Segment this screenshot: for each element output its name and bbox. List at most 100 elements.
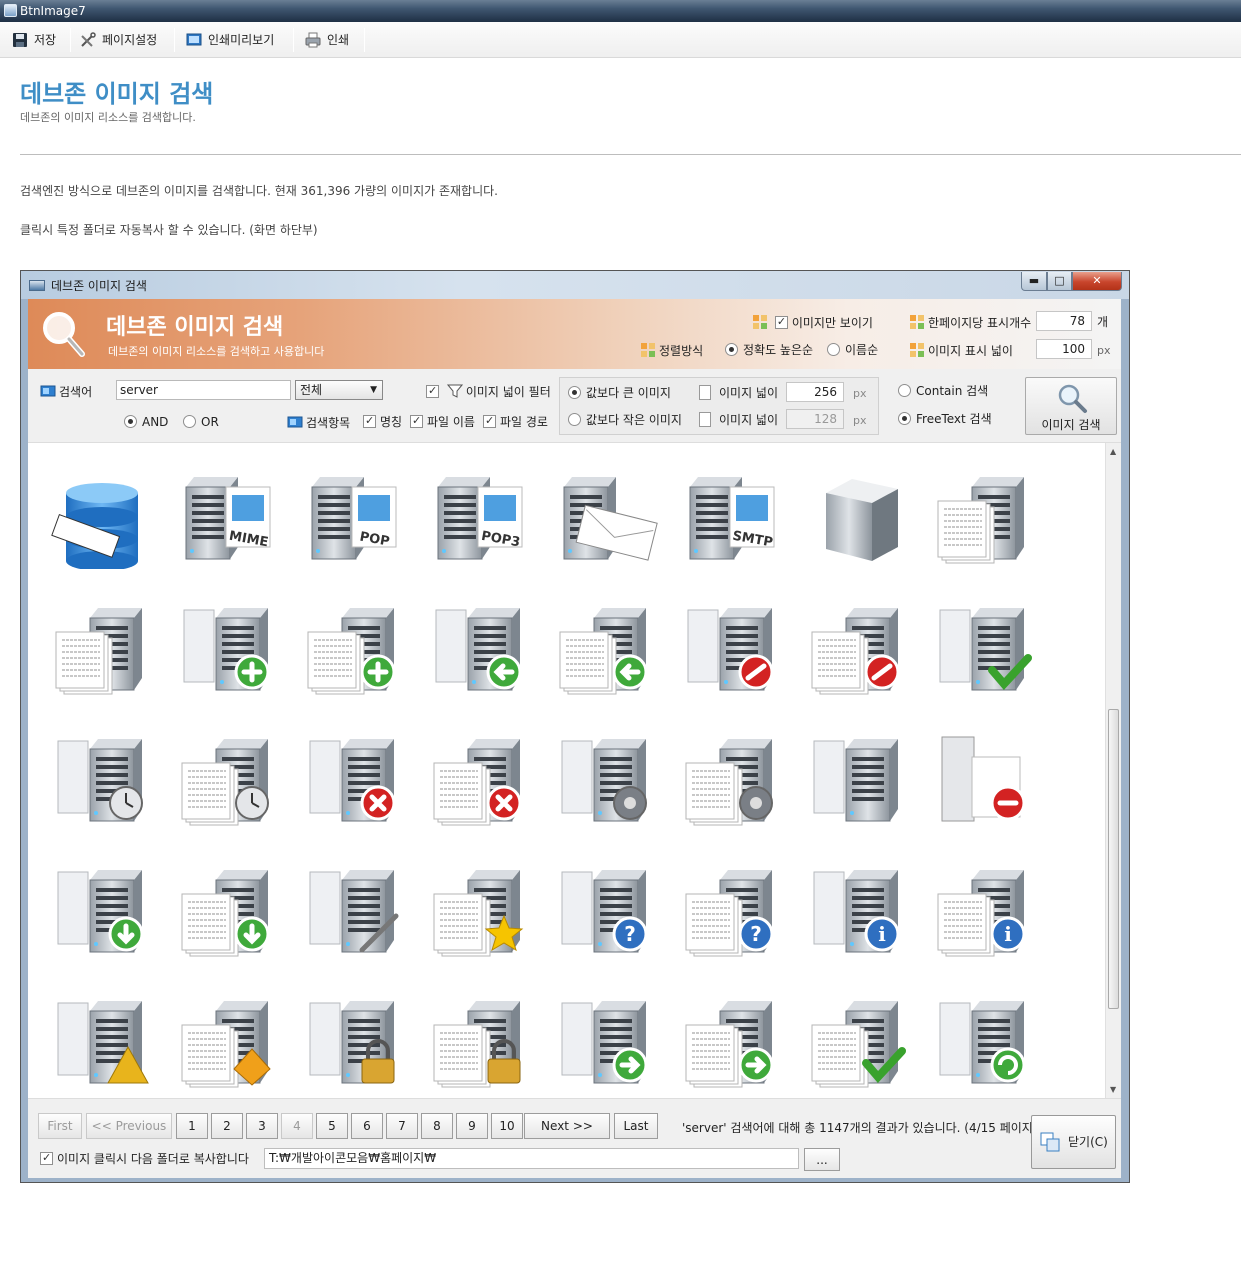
server-edit-icon[interactable] bbox=[680, 596, 784, 700]
server-refresh-icon[interactable] bbox=[932, 989, 1036, 1093]
server-pyramid-icon[interactable] bbox=[50, 989, 154, 1093]
server-gear-icon[interactable] bbox=[554, 727, 658, 831]
copy-path-input[interactable]: T:₩개발아이콘모음₩홈페이지₩ bbox=[264, 1148, 799, 1169]
server-download-icon[interactable] bbox=[50, 858, 154, 962]
radio-button[interactable] bbox=[827, 343, 840, 356]
page-button-6[interactable]: 6 bbox=[351, 1113, 383, 1139]
server-add-icon[interactable] bbox=[176, 596, 280, 700]
server-documents-clock-icon[interactable] bbox=[176, 727, 280, 831]
server-documents-download-icon[interactable] bbox=[176, 858, 280, 962]
smaller-radio[interactable]: 값보다 작은 이미지 bbox=[568, 412, 682, 428]
page-button-3[interactable]: 3 bbox=[246, 1113, 278, 1139]
scrollbar-thumb[interactable] bbox=[1108, 709, 1119, 1009]
sort-name-radio[interactable]: 이름순 bbox=[827, 342, 878, 358]
field-path-option[interactable]: 파일 경로 bbox=[483, 413, 548, 430]
radio-button[interactable] bbox=[725, 343, 738, 356]
maximize-button[interactable]: □ bbox=[1047, 272, 1072, 291]
server-documents-icon[interactable] bbox=[932, 465, 1036, 569]
server-pop-icon[interactable]: POP bbox=[302, 465, 406, 569]
contain-radio[interactable]: Contain 검색 bbox=[898, 383, 988, 399]
server-documents-edit-icon[interactable] bbox=[806, 596, 910, 700]
server-documents-gear-icon[interactable] bbox=[680, 727, 784, 831]
image-search-button[interactable]: 이미지 검색 bbox=[1025, 377, 1117, 435]
radio-button[interactable] bbox=[183, 415, 196, 428]
browse-button[interactable]: ... bbox=[804, 1148, 840, 1171]
keyword-input[interactable]: server bbox=[116, 380, 291, 400]
copy-checkbox[interactable] bbox=[40, 1150, 53, 1166]
field-filename-option[interactable]: 파일 이름 bbox=[410, 413, 475, 430]
field-filename-checkbox[interactable] bbox=[410, 413, 423, 429]
first-page-button[interactable]: First bbox=[38, 1113, 82, 1139]
width-filter-checkbox[interactable] bbox=[426, 383, 439, 399]
vertical-scrollbar[interactable]: ▲ ▼ bbox=[1105, 443, 1121, 1098]
server-mail-icon[interactable] bbox=[554, 465, 658, 569]
radio-button[interactable] bbox=[568, 386, 581, 399]
close-button[interactable]: 닫기(C) bbox=[1031, 1115, 1116, 1169]
server-documents-lock-icon[interactable] bbox=[428, 989, 532, 1093]
minimize-button[interactable]: ▬ bbox=[1021, 272, 1047, 291]
freetext-radio[interactable]: FreeText 검색 bbox=[898, 411, 992, 427]
sort-accuracy-radio[interactable]: 정확도 높은순 bbox=[725, 342, 813, 358]
close-window-button[interactable]: ✕ bbox=[1072, 272, 1122, 291]
server-minus-icon[interactable] bbox=[806, 727, 910, 831]
display-width-input[interactable]: 100 bbox=[1036, 339, 1092, 359]
page-setup-button[interactable]: 페이지설정 bbox=[80, 29, 157, 51]
server-check-icon[interactable] bbox=[932, 596, 1036, 700]
scroll-up-icon[interactable]: ▲ bbox=[1110, 447, 1116, 456]
server-documents-check-icon[interactable] bbox=[806, 989, 910, 1093]
last-page-button[interactable]: Last bbox=[614, 1113, 658, 1139]
server-smtp-icon[interactable]: SMTP bbox=[680, 465, 784, 569]
server-documents-2-icon[interactable] bbox=[50, 596, 154, 700]
and-radio[interactable]: AND bbox=[124, 414, 168, 430]
page-button-2[interactable]: 2 bbox=[211, 1113, 243, 1139]
width-filter-option[interactable]: 이미지 넓이 필터 bbox=[426, 383, 551, 400]
server-back-icon[interactable] bbox=[428, 596, 532, 700]
per-page-input[interactable]: 78 bbox=[1036, 311, 1092, 331]
server-document-minus-icon[interactable] bbox=[932, 727, 1036, 831]
scope-select[interactable]: 전체 ▼ bbox=[295, 380, 383, 400]
server-lock-icon[interactable] bbox=[302, 989, 406, 1093]
page-button-5[interactable]: 5 bbox=[316, 1113, 348, 1139]
radio-button[interactable] bbox=[898, 412, 911, 425]
images-only-option[interactable]: 이미지만 보이기 bbox=[752, 314, 873, 331]
server-documents-back-icon[interactable] bbox=[554, 596, 658, 700]
server-documents-remove-icon[interactable] bbox=[428, 727, 532, 831]
radio-button[interactable] bbox=[898, 384, 911, 397]
server-mime-icon[interactable]: MIME bbox=[176, 465, 280, 569]
server-documents-star-icon[interactable] bbox=[428, 858, 532, 962]
copy-option[interactable]: 이미지 클릭시 다음 폴더로 복사합니다 bbox=[40, 1150, 249, 1167]
sql-server-db-icon[interactable] bbox=[50, 465, 154, 569]
next-page-button[interactable]: Next >> bbox=[524, 1113, 610, 1139]
page-button-9[interactable]: 9 bbox=[456, 1113, 488, 1139]
page-button-1[interactable]: 1 bbox=[176, 1113, 208, 1139]
server-tower-icon[interactable] bbox=[806, 465, 910, 569]
field-path-checkbox[interactable] bbox=[483, 413, 496, 429]
server-remove-icon[interactable] bbox=[302, 727, 406, 831]
server-documents-info-icon[interactable]: i bbox=[932, 858, 1036, 962]
page-button-7[interactable]: 7 bbox=[386, 1113, 418, 1139]
page-button-4[interactable]: 4 bbox=[281, 1113, 313, 1139]
page-button-10[interactable]: 10 bbox=[491, 1113, 523, 1139]
radio-button[interactable] bbox=[568, 413, 581, 426]
field-name-checkbox[interactable] bbox=[363, 413, 376, 429]
server-help-icon[interactable]: ? bbox=[554, 858, 658, 962]
page-button-8[interactable]: 8 bbox=[421, 1113, 453, 1139]
server-pen-icon[interactable] bbox=[302, 858, 406, 962]
width-value-input[interactable]: 256 bbox=[786, 382, 844, 402]
print-button[interactable]: 인쇄 bbox=[305, 29, 349, 51]
scroll-down-icon[interactable]: ▼ bbox=[1110, 1085, 1116, 1094]
server-clock-icon[interactable] bbox=[50, 727, 154, 831]
server-info-icon[interactable]: i bbox=[806, 858, 910, 962]
images-only-checkbox[interactable] bbox=[774, 314, 788, 330]
or-radio[interactable]: OR bbox=[183, 414, 219, 430]
server-pop3-icon[interactable]: POP3 bbox=[428, 465, 532, 569]
server-forward-icon[interactable] bbox=[554, 989, 658, 1093]
field-name-option[interactable]: 명칭 bbox=[363, 413, 402, 430]
previous-page-button[interactable]: << Previous bbox=[86, 1113, 172, 1139]
server-documents-shape-icon[interactable] bbox=[176, 989, 280, 1093]
radio-button[interactable] bbox=[124, 415, 137, 428]
server-documents-add-icon[interactable] bbox=[302, 596, 406, 700]
server-documents-forward-icon[interactable] bbox=[680, 989, 784, 1093]
save-button[interactable]: 저장 bbox=[12, 29, 56, 51]
larger-radio[interactable]: 값보다 큰 이미지 bbox=[568, 385, 671, 401]
